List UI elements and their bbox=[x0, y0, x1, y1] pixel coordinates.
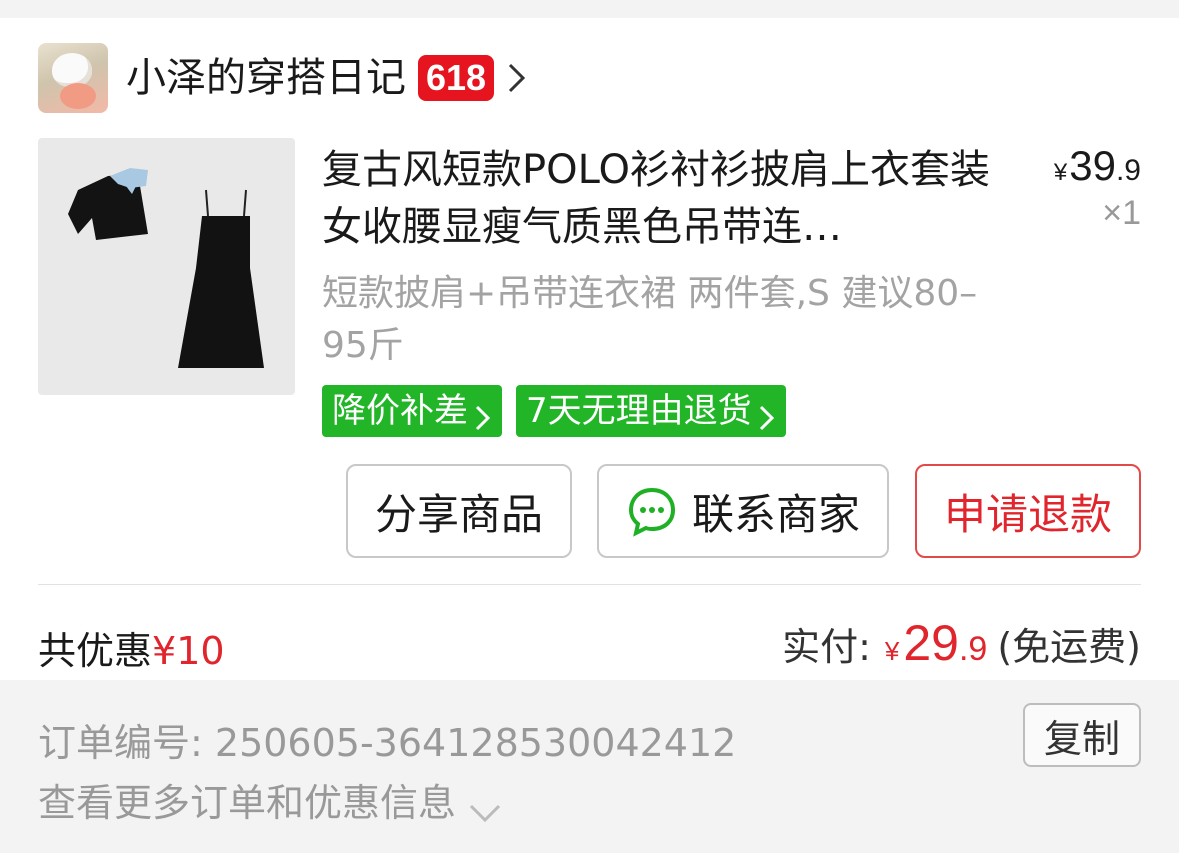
paid-symbol: ¥ bbox=[884, 636, 900, 666]
product-thumbnail[interactable] bbox=[38, 138, 295, 395]
chevron-right-icon bbox=[474, 396, 492, 431]
copy-order-number-button[interactable]: 复制 bbox=[1023, 703, 1141, 767]
shop-avatar[interactable] bbox=[38, 43, 108, 113]
avatar-cat-shape bbox=[52, 53, 92, 87]
tag-label: 降价补差 bbox=[332, 391, 468, 431]
view-more-label: 查看更多订单和优惠信息 bbox=[38, 781, 457, 825]
divider bbox=[38, 584, 1141, 585]
product-title[interactable]: 复古风短款POLO衫衬衫披肩上衣套装女收腰显瘦气质黑色吊带连… bbox=[322, 142, 992, 256]
chevron-down-icon bbox=[468, 789, 502, 822]
paid-integer: 29 bbox=[903, 615, 959, 671]
chevron-right-icon[interactable] bbox=[506, 61, 540, 95]
price-symbol: ¥ bbox=[1053, 159, 1068, 186]
paid-decimal: .9 bbox=[958, 630, 988, 668]
order-number: 订单编号: 250605-364128530042412 bbox=[38, 712, 736, 767]
promo-badge: 618 bbox=[418, 55, 495, 101]
shipping-note: (免运费) bbox=[997, 625, 1141, 669]
shop-header[interactable]: 小泽的穿搭日记 618 bbox=[38, 43, 540, 113]
discount-amount: ¥10 bbox=[152, 629, 225, 673]
chevron-right-icon bbox=[758, 396, 776, 431]
contact-label: 联系商家 bbox=[691, 489, 860, 539]
view-more-orders[interactable]: 查看更多订单和优惠信息 bbox=[38, 772, 502, 827]
order-card: 小泽的穿搭日记 618 复古风短款POLO衫衬衫披肩上衣套装女收腰显瘦气质黑色吊… bbox=[0, 18, 1179, 680]
product-price: ¥39.9 bbox=[1054, 142, 1141, 190]
paid-label: 实付: bbox=[782, 625, 871, 669]
price-integer: 39 bbox=[1069, 142, 1116, 189]
discount-label: 共优惠 bbox=[38, 629, 153, 673]
request-refund-button[interactable]: 申请退款 bbox=[915, 464, 1141, 558]
chat-bubble-icon bbox=[626, 485, 678, 537]
product-spec: 短款披肩+吊带连衣裙 两件套,S 建议80–95斤 bbox=[322, 273, 978, 366]
tag-price-protection[interactable]: 降价补差 bbox=[322, 385, 502, 437]
product-quantity: ×1 bbox=[1102, 194, 1141, 232]
price-decimal: .9 bbox=[1115, 154, 1141, 187]
share-product-button[interactable]: 分享商品 bbox=[346, 464, 572, 558]
order-number-value: 250605-364128530042412 bbox=[214, 721, 737, 765]
discount-summary: 共优惠¥10 bbox=[38, 620, 225, 675]
tag-label: 7天无理由退货 bbox=[526, 391, 752, 431]
shop-name[interactable]: 小泽的穿搭日记 bbox=[126, 43, 406, 113]
paid-summary: 实付: ¥ 29 .9 (免运费) bbox=[782, 614, 1141, 672]
service-tags: 降价补差 7天无理由退货 bbox=[322, 385, 786, 437]
avatar-hand-shape bbox=[60, 83, 96, 109]
tag-7day-return[interactable]: 7天无理由退货 bbox=[516, 385, 786, 437]
order-number-label: 订单编号: bbox=[38, 721, 203, 765]
contact-seller-button[interactable]: 联系商家 bbox=[597, 464, 889, 558]
